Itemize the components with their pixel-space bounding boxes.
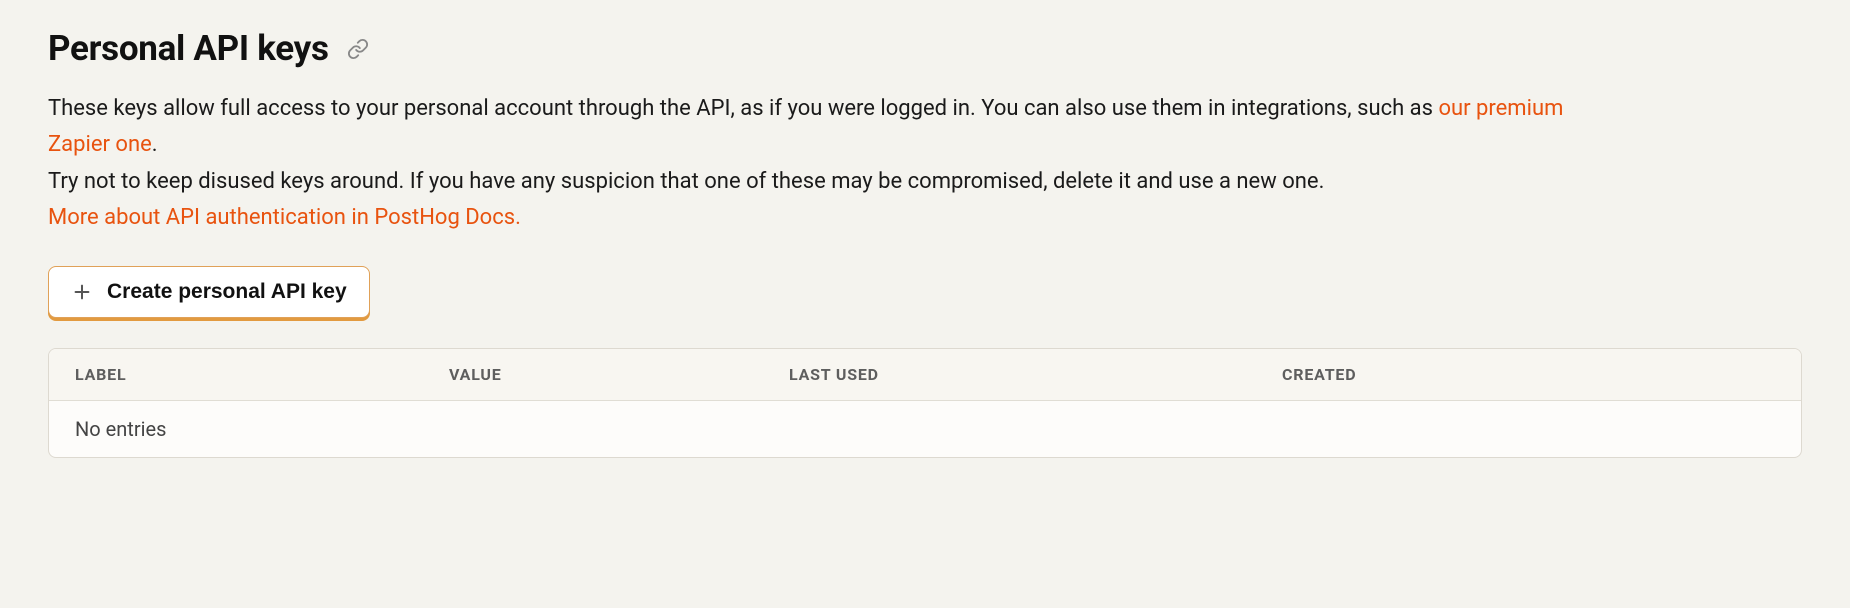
description-text-1-suffix: .	[152, 132, 158, 157]
api-keys-table: LABEL VALUE LAST USED CREATED No entries	[48, 348, 1802, 458]
table-body: No entries	[49, 401, 1801, 457]
create-api-key-button[interactable]: Create personal API key	[48, 266, 370, 318]
description-text-1: These keys allow full access to your per…	[48, 96, 1438, 121]
link-icon[interactable]	[347, 38, 369, 60]
docs-link[interactable]: More about API authentication in PostHog…	[48, 205, 521, 230]
table-empty-state: No entries	[75, 417, 1775, 441]
column-header-label: LABEL	[75, 365, 449, 384]
column-header-created: CREATED	[1282, 365, 1775, 384]
description-block: These keys allow full access to your per…	[48, 91, 1598, 236]
page-title: Personal API keys	[48, 28, 329, 69]
table-header: LABEL VALUE LAST USED CREATED	[49, 349, 1801, 401]
create-button-label: Create personal API key	[107, 280, 347, 304]
description-text-2: Try not to keep disused keys around. If …	[48, 169, 1324, 194]
column-header-value: VALUE	[449, 365, 789, 384]
column-header-last-used: LAST USED	[789, 365, 1282, 384]
heading-row: Personal API keys	[48, 28, 1802, 69]
plus-icon	[71, 281, 93, 303]
